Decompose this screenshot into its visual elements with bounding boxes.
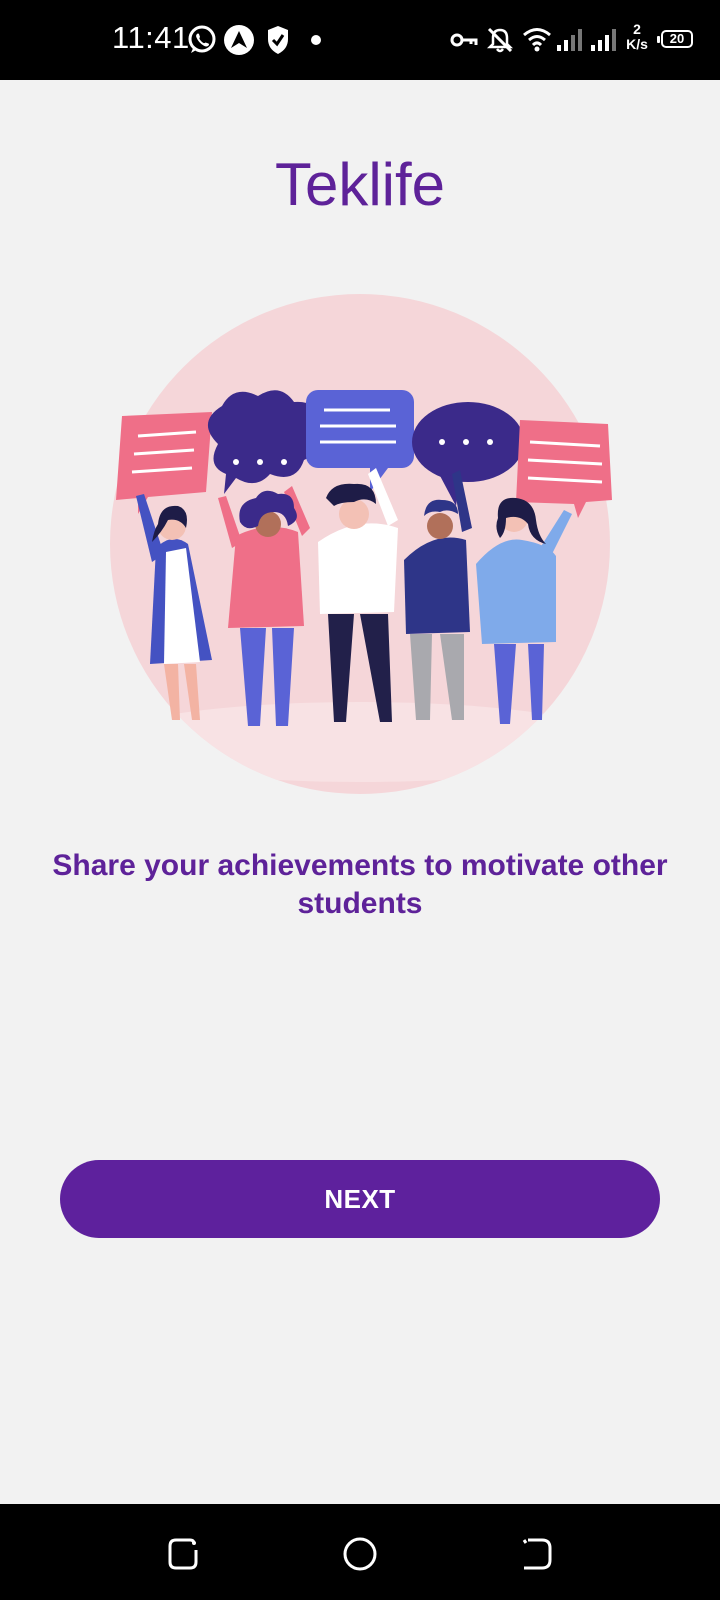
status-time: 11:41: [112, 20, 190, 55]
network-speed-value: 2: [633, 21, 641, 37]
signal-icon: [591, 29, 616, 51]
onboarding-caption: Share your achievements to motivate othe…: [52, 849, 668, 920]
bell-off-icon: [486, 27, 514, 53]
battery-indicator: 20: [657, 30, 693, 48]
network-speed: 2 K/s: [622, 22, 652, 52]
recent-apps-icon[interactable]: [164, 1534, 204, 1574]
system-nav-bar: [0, 1504, 720, 1600]
status-bar: 11:41 2 K/s 20: [0, 0, 720, 80]
next-button[interactable]: NEXT: [60, 1160, 660, 1238]
wifi-icon: [523, 28, 551, 52]
shield-icon: [268, 26, 288, 54]
dot-icon: [311, 35, 321, 45]
vpn-key-icon: [450, 33, 478, 47]
signal-icon: [557, 29, 582, 51]
app-title: Teklife: [274, 151, 446, 218]
back-icon[interactable]: [516, 1534, 556, 1574]
network-speed-unit: K/s: [626, 36, 648, 52]
home-icon[interactable]: [340, 1534, 380, 1574]
community-illustration: [110, 294, 612, 794]
whatsapp-icon: [188, 25, 216, 53]
nav-arrow-icon: [224, 25, 254, 55]
